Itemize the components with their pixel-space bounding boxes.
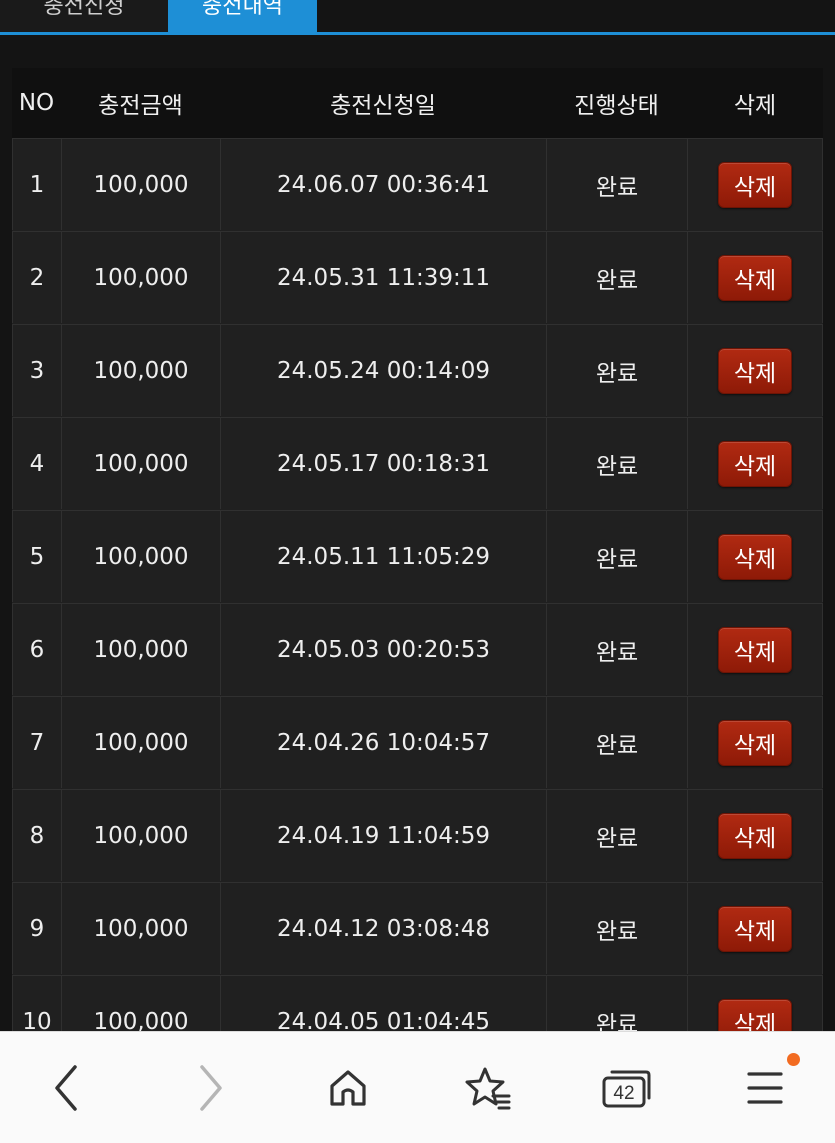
cell-date: 24.04.12 03:08:48: [220, 882, 546, 974]
cell-status: 완료: [546, 324, 687, 416]
back-arrow-icon: [55, 1065, 77, 1111]
home-button[interactable]: [320, 1060, 376, 1116]
table-row: 2 100,000 24.05.31 11:39:11 완료 삭제: [12, 231, 823, 324]
cell-date: 24.05.31 11:39:11: [220, 231, 546, 323]
cell-status: 완료: [546, 231, 687, 323]
cell-date: 24.04.19 11:04:59: [220, 789, 546, 881]
cell-delete: 삭제: [687, 789, 823, 881]
cell-delete: 삭제: [687, 138, 823, 230]
cell-no: 8: [12, 789, 61, 881]
delete-button[interactable]: 삭제: [718, 347, 792, 394]
cell-amount: 100,000: [61, 603, 220, 695]
cell-no: 1: [12, 138, 61, 230]
cell-amount: 100,000: [61, 696, 220, 788]
header-delete: 삭제: [733, 93, 777, 119]
forward-arrow-icon: [200, 1065, 222, 1111]
cell-delete: 삭제: [687, 324, 823, 416]
table-row: 8 100,000 24.04.19 11:04:59 완료 삭제: [12, 789, 823, 882]
cell-no: 4: [12, 417, 61, 509]
cell-status: 완료: [546, 696, 687, 788]
delete-button[interactable]: 삭제: [718, 905, 792, 952]
cell-no: 7: [12, 696, 61, 788]
cell-date: 24.05.11 11:05:29: [220, 510, 546, 602]
header-no: NO: [18, 90, 55, 116]
delete-button[interactable]: 삭제: [718, 533, 792, 580]
cell-status: 완료: [546, 789, 687, 881]
cell-delete: 삭제: [687, 696, 823, 788]
cell-date: 24.05.03 00:20:53: [220, 603, 546, 695]
header-amount: 충전금액: [98, 93, 183, 119]
cell-date: 24.04.05 01:04:45: [220, 975, 546, 1031]
cell-delete: 삭제: [687, 417, 823, 509]
bookmarks-button[interactable]: [459, 1060, 515, 1116]
delete-button[interactable]: 삭제: [718, 998, 792, 1031]
table-row: 1 100,000 24.06.07 00:36:41 완료 삭제: [12, 138, 823, 231]
tab-charge-apply[interactable]: 충전신청: [0, 0, 168, 32]
menu-icon: [747, 1072, 783, 1104]
cell-amount: 100,000: [61, 417, 220, 509]
header-date: 충전신청일: [330, 93, 436, 119]
table-row: 9 100,000 24.04.12 03:08:48 완료 삭제: [12, 882, 823, 975]
header-status: 진행상태: [574, 93, 659, 119]
tab-count: 42: [613, 1083, 634, 1104]
tab-charge-history-label: 충전내역: [202, 0, 283, 19]
delete-button[interactable]: 삭제: [718, 626, 792, 673]
table-row: 5 100,000 24.05.11 11:05:29 완료 삭제: [12, 510, 823, 603]
delete-button[interactable]: 삭제: [718, 254, 792, 301]
browser-bottom-nav: 42: [0, 1031, 835, 1143]
cell-amount: 100,000: [61, 138, 220, 230]
home-icon: [330, 1070, 366, 1106]
cell-amount: 100,000: [61, 510, 220, 602]
delete-button[interactable]: 삭제: [718, 440, 792, 487]
cell-date: 24.05.24 00:14:09: [220, 324, 546, 416]
cell-amount: 100,000: [61, 975, 220, 1031]
cell-status: 완료: [546, 138, 687, 230]
cell-status: 완료: [546, 510, 687, 602]
cell-amount: 100,000: [61, 789, 220, 881]
delete-button[interactable]: 삭제: [718, 719, 792, 766]
cell-amount: 100,000: [61, 231, 220, 323]
table-row: 4 100,000 24.05.17 00:18:31 완료 삭제: [12, 417, 823, 510]
cell-amount: 100,000: [61, 324, 220, 416]
cell-status: 완료: [546, 603, 687, 695]
table-row: 10 100,000 24.04.05 01:04:45 완료 삭제: [12, 975, 823, 1031]
cell-no: 9: [12, 882, 61, 974]
tabs-button[interactable]: 42: [598, 1060, 654, 1116]
notification-dot: [787, 1053, 800, 1066]
tabs-icon: 42: [602, 1070, 651, 1108]
cell-amount: 100,000: [61, 882, 220, 974]
back-button[interactable]: [39, 1060, 95, 1116]
cell-status: 완료: [546, 417, 687, 509]
table-row: 3 100,000 24.05.24 00:14:09 완료 삭제: [12, 324, 823, 417]
table-row: 6 100,000 24.05.03 00:20:53 완료 삭제: [12, 603, 823, 696]
table-row: 7 100,000 24.04.26 10:04:57 완료 삭제: [12, 696, 823, 789]
cell-delete: 삭제: [687, 975, 823, 1031]
delete-button[interactable]: 삭제: [718, 161, 792, 208]
table-header: NO 충전금액 충전신청일 진행상태 삭제: [12, 68, 823, 138]
forward-button[interactable]: [182, 1060, 238, 1116]
cell-delete: 삭제: [687, 882, 823, 974]
cell-no: 3: [12, 324, 61, 416]
cell-delete: 삭제: [687, 510, 823, 602]
menu-button[interactable]: [737, 1060, 793, 1116]
cell-status: 완료: [546, 882, 687, 974]
cell-status: 완료: [546, 975, 687, 1031]
cell-delete: 삭제: [687, 231, 823, 323]
charge-history-table: NO 충전금액 충전신청일 진행상태 삭제 1 100,000 24.06.07 0…: [12, 68, 823, 1031]
tab-charge-history[interactable]: 충전내역: [168, 0, 317, 32]
tab-bar: 충전신청 충전내역: [0, 0, 835, 35]
cell-no: 6: [12, 603, 61, 695]
cell-date: 24.06.07 00:36:41: [220, 138, 546, 230]
cell-no: 2: [12, 231, 61, 323]
cell-delete: 삭제: [687, 603, 823, 695]
cell-date: 24.04.26 10:04:57: [220, 696, 546, 788]
cell-no: 10: [12, 975, 61, 1031]
bookmark-star-icon: [465, 1067, 511, 1110]
cell-no: 5: [12, 510, 61, 602]
cell-date: 24.05.17 00:18:31: [220, 417, 546, 509]
delete-button[interactable]: 삭제: [718, 812, 792, 859]
tab-charge-apply-label: 충전신청: [43, 0, 125, 19]
